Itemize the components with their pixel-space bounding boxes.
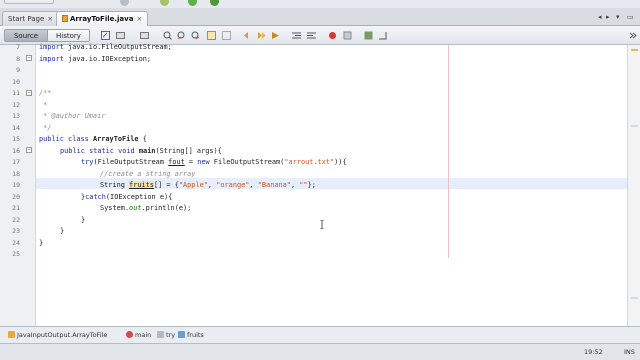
fold-toggle-icon[interactable]: − [26,55,32,61]
line-number: 18 [12,169,20,178]
close-icon[interactable]: × [47,15,53,23]
caret-position[interactable]: 19:52 [584,348,603,356]
line-number: 17 [12,158,20,166]
method-icon [126,331,133,338]
right-margin-guide [448,45,449,258]
previous-bookmark-icon[interactable] [243,31,252,40]
code-line-8: import java.io.IOException; [39,54,152,63]
next-bookmark-icon[interactable] [257,31,266,40]
insert-mode: INS [624,348,635,356]
tab-label: ArrayToFile.java [70,15,134,23]
code-line-14: public class ArrayToFile { [39,135,147,143]
code-line-20: System.out.println(e); [100,204,192,212]
scroll-tabs-right-icon[interactable]: ▸ [606,13,610,21]
code-line-13: */ [39,123,52,132]
line-number: 19 [12,181,20,189]
line-number: 14 [12,123,20,132]
error-stripe-scrollbar[interactable] [627,45,640,326]
uncomment-icon[interactable] [378,31,387,40]
breadcrumb: JavaInputOutput.ArrayToFile main try fru… [0,326,640,343]
find-previous-icon[interactable] [177,31,186,40]
history-button[interactable]: History [48,29,90,42]
toggle-rect-selection-icon[interactable] [222,31,231,40]
occurrence-marker[interactable] [631,297,638,299]
line-number: 8 [16,54,20,63]
java-file-icon [62,15,68,22]
scroll-tabs-left-icon[interactable]: ◂ [598,13,602,21]
line-number: 9 [16,66,20,74]
occurrence-marker[interactable] [631,125,638,127]
start-macro-icon[interactable] [328,31,337,40]
breadcrumb-class[interactable]: JavaInputOutput.ArrayToFile [8,331,107,339]
shift-left-icon[interactable] [292,31,301,40]
clean-build-icon[interactable] [160,0,169,6]
shift-right-icon[interactable] [307,31,316,40]
line-number: 13 [12,112,20,120]
line-number: 7 [16,43,20,51]
find-selection-icon[interactable] [163,31,172,40]
close-icon[interactable]: × [136,15,142,23]
debug-icon[interactable] [210,0,219,6]
code-line-15: public static void main(String[] args){ [60,146,222,155]
code-line-23: } [39,238,44,247]
comment-icon[interactable] [364,31,373,40]
restore-window-icon[interactable]: ▭ [627,13,634,21]
occurrence-marker[interactable] [631,49,638,51]
class-icon [8,331,15,338]
line-number: 10 [12,77,20,86]
code-line-18: String fruits[] = {"Apple", "orange", "B… [100,181,316,189]
block-icon [157,331,164,338]
line-number: 25 [12,250,20,258]
main-toolbar [0,0,640,8]
expand-toolbar-icon[interactable] [628,31,637,40]
toggle-highlight-icon[interactable] [207,31,216,40]
tab-start-page[interactable]: Start Page × [2,11,60,26]
code-line-17: //create a string array [100,169,196,178]
editor-tab-bar: Start Page × ArrayToFile.java × ◂ ▸ ▾ ▭ [0,8,640,26]
tab-menu-icon[interactable]: ▾ [616,13,620,21]
code-line-12: * @author Umair [39,112,106,120]
line-number: 16 [12,146,20,155]
source-button[interactable]: Source [4,29,48,42]
code-line-16: try(FileOutputStream fout = new FileOutp… [81,158,347,166]
build-icon[interactable] [120,0,129,6]
code-line-19: }catch(IOException e){ [81,192,173,201]
tab-array-to-file[interactable]: ArrayToFile.java × [56,11,149,26]
last-edit-icon[interactable] [101,31,110,40]
config-combo[interactable] [4,0,54,4]
mouse-cursor-icon [320,220,324,229]
line-number: 24 [12,238,20,247]
breadcrumb-try[interactable]: try [157,331,175,339]
code-editor[interactable]: import java.io.FileOutputStream; import … [36,43,627,326]
tab-label: Start Page [8,15,45,23]
line-number: 22 [12,215,20,224]
code-line-22: } [60,227,65,235]
forward-icon[interactable] [140,31,149,40]
toggle-bookmark-icon[interactable] [271,31,280,40]
fold-toggle-icon[interactable]: − [26,147,32,153]
field-icon [178,331,185,338]
status-bar: 19:52 INS [0,343,640,360]
line-number: 23 [12,227,20,235]
code-line-11: * [39,100,48,109]
code-line-7: import java.io.FileOutputStream; [39,43,172,51]
line-number: 21 [12,204,20,212]
stop-macro-icon[interactable] [343,31,352,40]
breadcrumb-fruits[interactable]: fruits [178,331,204,339]
back-icon[interactable] [116,31,125,40]
fold-toggle-icon[interactable]: − [26,90,32,96]
run-icon[interactable] [188,0,197,6]
code-line-21: } [81,215,86,224]
line-number: 12 [12,100,20,109]
line-number: 20 [12,192,20,201]
code-line-10: /** [39,89,52,97]
find-next-icon[interactable] [191,31,200,40]
line-number-gutter[interactable]: 7 8 9 10 11 12 13 14 15 16 17 18 19 20 2… [0,43,36,326]
breadcrumb-main[interactable]: main [126,331,151,339]
line-number: 15 [12,135,20,143]
line-number: 11 [12,89,20,97]
